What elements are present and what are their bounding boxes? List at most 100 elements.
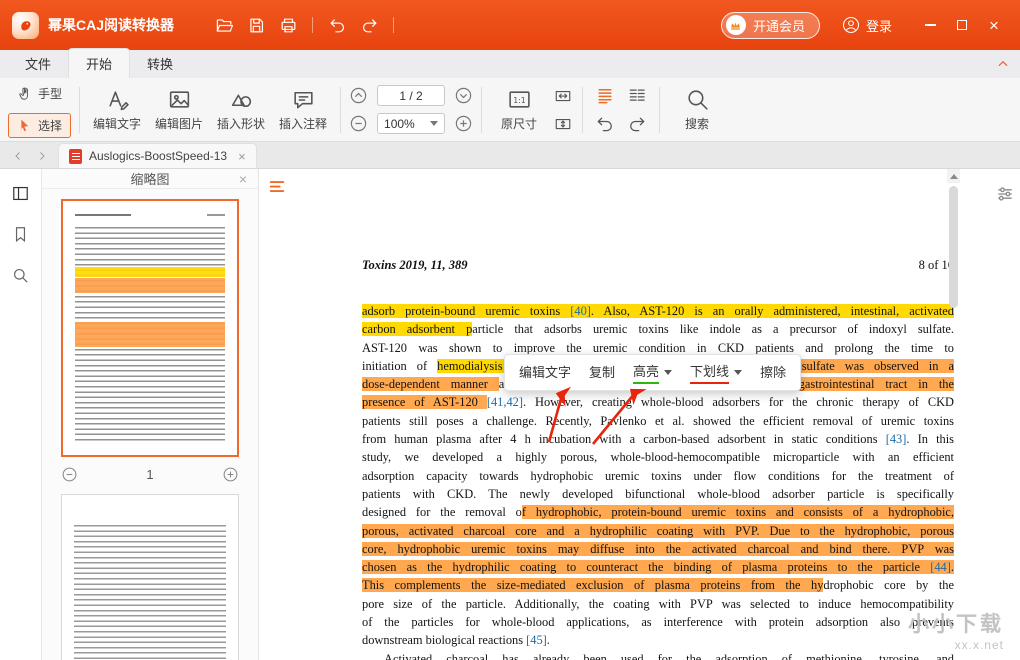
tab-scroll-right-button[interactable] (30, 143, 54, 168)
zoom-level-select[interactable]: 100% (377, 113, 446, 134)
pdf-text-line: porous, activated charcoal core and a hy… (362, 523, 954, 538)
redo-edit-button[interactable] (627, 114, 647, 134)
chevron-down-icon (664, 370, 673, 375)
context-menu-item[interactable]: 高亮 (624, 355, 681, 390)
bookmark-icon[interactable] (11, 225, 30, 244)
insert-shape-label: 插入形状 (217, 117, 266, 131)
chevron-down-icon (734, 370, 743, 375)
left-rail (0, 169, 42, 660)
toolbar-ribbon: 手型 选择 编辑文字 编辑图片 插入形状 插入注释 1 / 2 100% 1:1… (0, 78, 1020, 142)
vip-upgrade-button[interactable]: 开通会员 (720, 11, 820, 39)
edit-text-button[interactable]: 编辑文字 (88, 85, 146, 134)
thumbnail-zoom-out-icon[interactable] (61, 466, 78, 483)
pdf-text-line: Activated charcoal has already been used… (384, 651, 954, 660)
document-tab[interactable]: Auslogics-BoostSpeed-13 × (58, 143, 257, 168)
page-thumbnail-2[interactable] (61, 494, 239, 660)
original-size-label: 原尺寸 (501, 117, 538, 131)
search-button[interactable]: 搜索 (668, 85, 726, 134)
insert-note-button[interactable]: 插入注释 (274, 85, 332, 134)
chevron-down-icon (430, 121, 439, 126)
vip-upgrade-label: 开通会员 (752, 18, 805, 34)
scrollbar-up-arrow[interactable] (947, 169, 960, 183)
edit-image-button[interactable]: 编辑图片 (150, 85, 208, 134)
context-menu-item[interactable]: 复制 (580, 355, 624, 390)
pdf-text-line: adsorption capacity towards hydrophobic … (362, 468, 954, 483)
tab-start[interactable]: 开始 (68, 48, 131, 78)
context-menu-item[interactable]: 下划线 (681, 355, 751, 390)
titlebar-divider (312, 17, 314, 33)
pdf-text-line: of the particles for whole-blood applica… (362, 615, 954, 630)
thumbnail-panel-icon[interactable] (11, 184, 30, 203)
thumbnail-orange-highlight (75, 322, 225, 347)
thumbnail-zoom-controls: 1 (61, 466, 239, 483)
original-size-button[interactable]: 1:1 原尺寸 (490, 85, 548, 134)
thumbnail-yellow-highlight (75, 267, 225, 277)
thumbnail-panel-title: 缩略图 (130, 172, 170, 187)
search-label: 搜索 (685, 117, 710, 131)
maximize-button[interactable] (948, 11, 976, 39)
scrollbar-thumb[interactable] (949, 186, 958, 308)
tab-scroll-left-button[interactable] (6, 143, 30, 168)
insert-note-label: 插入注释 (279, 117, 328, 131)
insert-shape-button[interactable]: 插入形状 (212, 85, 270, 134)
context-menu-item[interactable]: 编辑文字 (510, 355, 580, 390)
toolbar-divider (582, 86, 584, 133)
context-menu-item-label: 擦除 (760, 365, 787, 380)
toc-toggle-icon[interactable] (268, 178, 286, 196)
toolbar-divider (79, 86, 81, 133)
pdf-text-line: carbon adsorbent particle that adsorbs u… (362, 322, 954, 337)
undo-button[interactable] (321, 10, 353, 40)
tab-convert[interactable]: 转换 (130, 49, 190, 78)
fit-page-button[interactable] (552, 113, 574, 135)
undo-edit-button[interactable] (595, 114, 615, 134)
pdf-page-header: Toxins 2019, 11, 389 8 of 16 (362, 258, 954, 273)
page-indicator-input[interactable]: 1 / 2 (377, 85, 446, 106)
crown-icon (725, 15, 746, 35)
page-thumbnail-1[interactable] (61, 199, 239, 457)
print-button[interactable] (272, 10, 304, 40)
hand-tool-label: 手型 (38, 87, 63, 101)
toolbar-divider (659, 86, 661, 133)
two-page-view-button[interactable] (627, 86, 647, 106)
titlebar: 幂果CAJ阅读转换器 开通会员 登录 × (0, 0, 1020, 50)
search-panel-icon[interactable] (11, 266, 30, 285)
thumbnail-page-number: 1 (146, 467, 154, 482)
previous-page-button[interactable] (349, 86, 368, 105)
select-tool-button[interactable]: 选择 (8, 113, 72, 138)
zoom-level-value: 100% (384, 116, 415, 131)
fit-width-button[interactable] (552, 85, 574, 107)
login-button[interactable]: 登录 (842, 16, 892, 35)
context-menu-item[interactable]: 擦除 (751, 355, 795, 390)
context-menu-item-label: 编辑文字 (519, 365, 572, 380)
close-thumbnail-panel-icon[interactable]: × (239, 171, 247, 187)
single-page-view-button[interactable] (595, 86, 615, 106)
toolbar-divider (481, 86, 483, 133)
collapse-ribbon-button[interactable] (996, 57, 1010, 71)
thumbnail-panel: 缩略图 × 1 (42, 169, 259, 660)
close-button[interactable]: × (980, 11, 1008, 39)
window-controls: × (916, 11, 1008, 39)
minimize-button[interactable] (916, 11, 944, 39)
tab-file[interactable]: 文件 (8, 49, 68, 78)
pdf-text-line: patients with CKD. The newly developed b… (362, 486, 954, 501)
thumbnail-text-lines (74, 525, 226, 660)
open-file-button[interactable] (208, 10, 240, 40)
thumbnail-orange-highlight (75, 278, 225, 293)
view-settings-icon[interactable] (995, 184, 1015, 204)
hand-tool-button[interactable]: 手型 (8, 81, 71, 106)
zoom-in-button[interactable] (454, 114, 473, 133)
zoom-out-button[interactable] (349, 114, 368, 133)
pdf-text-line: study, we developed a highly porous, who… (362, 450, 954, 465)
pdf-text-line: patients still poses a challenge. Recent… (362, 413, 954, 428)
app-logo-icon (12, 11, 39, 39)
document-tab-title: Auslogics-BoostSpeed-13 (89, 149, 228, 163)
next-page-button[interactable] (454, 86, 473, 105)
save-button[interactable] (240, 10, 272, 40)
close-document-tab-icon[interactable]: × (238, 149, 246, 164)
thumbnail-zoom-in-icon[interactable] (222, 466, 239, 483)
watermark-text: 小小下载 (908, 613, 1004, 636)
login-label: 登录 (865, 18, 892, 34)
redo-button[interactable] (353, 10, 385, 40)
vertical-scrollbar[interactable] (947, 169, 960, 660)
pdf-text-line: adsorb protein-bound uremic toxins [40].… (362, 304, 954, 318)
